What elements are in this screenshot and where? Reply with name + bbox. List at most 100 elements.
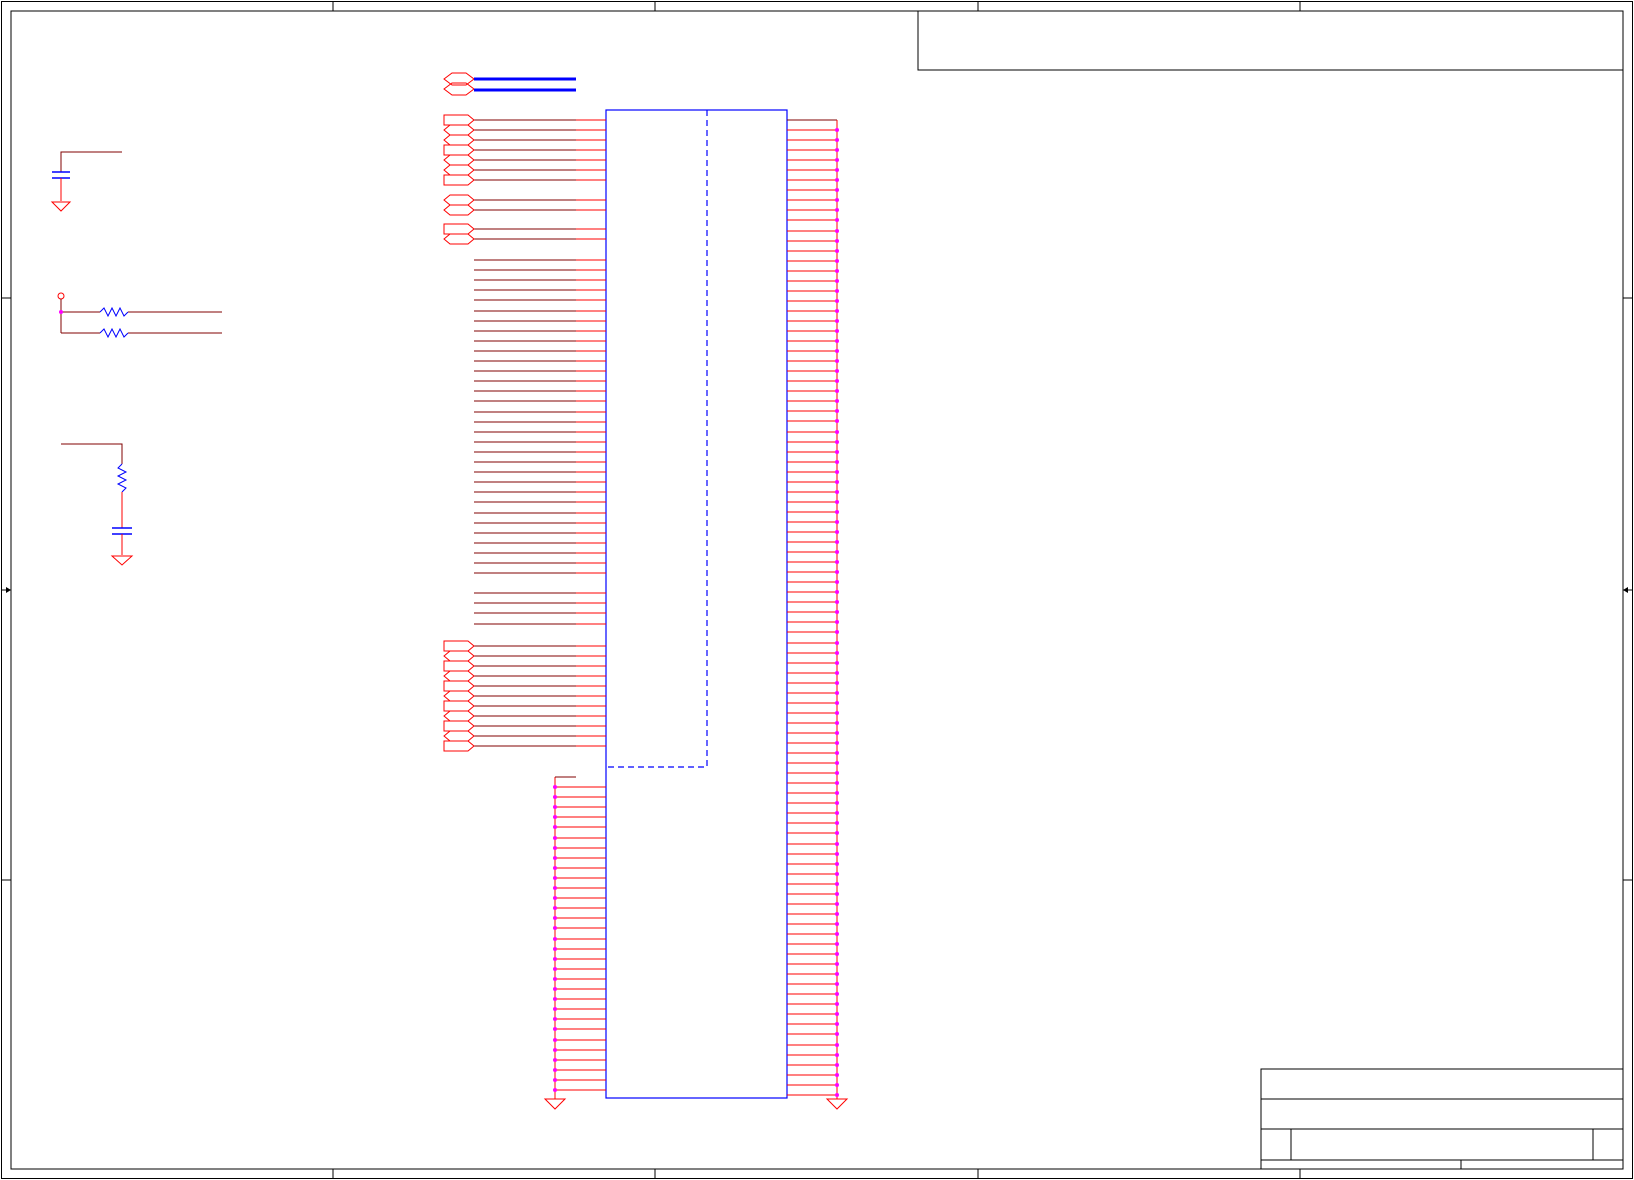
junction-dot — [835, 550, 839, 554]
junction-dot — [835, 510, 839, 514]
junction-dot — [553, 866, 557, 870]
junction-dot — [553, 1017, 557, 1021]
title-block — [1260, 1068, 1624, 1170]
junction-dot — [835, 239, 839, 243]
junction-dot — [835, 751, 839, 755]
junction-dot — [835, 570, 839, 574]
junction-dot — [835, 490, 839, 494]
junction-dot — [835, 882, 839, 886]
junction-dot — [835, 620, 839, 624]
junction-dot — [835, 922, 839, 926]
junction-dot — [553, 1007, 557, 1011]
junction-dot — [835, 530, 839, 534]
junction-dot — [835, 791, 839, 795]
junction-dot — [835, 1002, 839, 1006]
drawing-frame — [1, 1, 1633, 1179]
ground-icon — [110, 555, 134, 566]
junction-dot — [835, 419, 839, 423]
junction-dot — [835, 821, 839, 825]
junction-dot — [553, 785, 557, 789]
bidir-port-icon — [443, 233, 475, 245]
junction-dot — [835, 831, 839, 835]
junction-dot — [835, 801, 839, 805]
input-port-icon — [443, 660, 475, 672]
input-port-icon — [443, 223, 475, 235]
resistor-r3-icon — [116, 463, 128, 493]
junction-dot — [553, 815, 557, 819]
junction-dot — [553, 906, 557, 910]
junction-dot — [835, 902, 839, 906]
junction-dot — [835, 711, 839, 715]
junction-dot — [553, 937, 557, 941]
resistor-r1-icon — [99, 306, 129, 318]
junction-dot — [835, 450, 839, 454]
ground-icon — [50, 201, 72, 212]
junction-dot — [553, 836, 557, 840]
junction-dot — [835, 249, 839, 253]
junction-dot — [835, 610, 839, 614]
bidir-port-icon — [443, 730, 475, 742]
junction-dot — [835, 842, 839, 846]
junction-dot — [835, 691, 839, 695]
junction-dot — [553, 1078, 557, 1082]
junction-dot — [835, 178, 839, 182]
junction-dot — [835, 661, 839, 665]
input-port-icon — [443, 114, 475, 126]
bidir-port-icon — [443, 134, 475, 146]
junction-dot — [835, 942, 839, 946]
junction-dot — [553, 886, 557, 890]
junction-dot — [835, 630, 839, 634]
junction-dot — [835, 520, 839, 524]
junction-dot — [835, 229, 839, 233]
junction-dot — [835, 1073, 839, 1077]
junction-dot — [835, 460, 839, 464]
junction-dot — [835, 892, 839, 896]
junction-dot — [835, 289, 839, 293]
junction-dot — [553, 916, 557, 920]
junction-dot — [835, 369, 839, 373]
junction-dot — [835, 480, 839, 484]
bidir-port-icon — [443, 204, 475, 216]
junction-dot — [553, 977, 557, 981]
junction-dot — [835, 309, 839, 313]
junction-dot — [835, 580, 839, 584]
junction-dot — [835, 359, 839, 363]
junction-dot — [835, 912, 839, 916]
junction-dot — [553, 1088, 557, 1092]
junction-dot — [553, 876, 557, 880]
junction-dot — [835, 1083, 839, 1087]
junction-dot — [835, 992, 839, 996]
connector-body — [605, 109, 788, 1099]
junction-dot — [835, 540, 839, 544]
junction-dot — [835, 1093, 839, 1097]
junction-dot — [835, 1043, 839, 1047]
center-mark-left-icon — [1, 587, 11, 593]
junction-dot — [835, 590, 839, 594]
junction-dot — [835, 128, 839, 132]
junction-dot — [835, 972, 839, 976]
junction-dot — [835, 168, 839, 172]
pullup-resistors — [57, 292, 222, 339]
junction-dot — [553, 1068, 557, 1072]
junction-dot — [835, 208, 839, 212]
junction-dot — [835, 259, 839, 263]
junction-dot — [835, 681, 839, 685]
junction-dot — [835, 771, 839, 775]
bidir-port-icon — [443, 124, 475, 136]
junction-dot — [835, 188, 839, 192]
junction-dot — [835, 932, 839, 936]
ground-icon — [543, 1098, 567, 1110]
junction-dot — [835, 269, 839, 273]
junction-dot — [835, 470, 839, 474]
rc-network — [61, 443, 134, 566]
junction-dot — [835, 430, 839, 434]
bidir-port-icon — [443, 710, 475, 722]
junction-dot — [835, 872, 839, 876]
junction-dot — [835, 982, 839, 986]
junction-dot — [835, 761, 839, 765]
junction-dot — [835, 349, 839, 353]
junction-dot — [553, 1048, 557, 1052]
junction-dot — [835, 731, 839, 735]
input-port-icon — [443, 700, 475, 712]
junction-dot — [835, 329, 839, 333]
